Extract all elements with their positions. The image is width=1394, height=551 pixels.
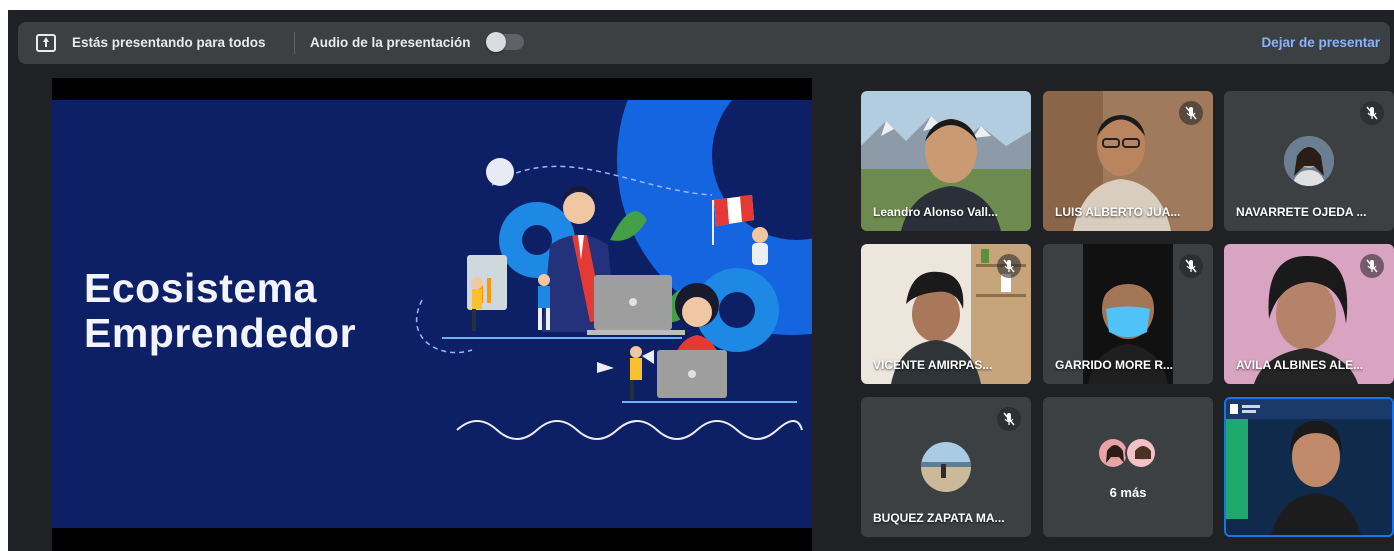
- participant-name: AVILA ALBINES ALE...: [1236, 358, 1364, 372]
- participant-video: [1226, 399, 1392, 535]
- wave-line: [456, 420, 803, 440]
- participant-tile[interactable]: NAVARRETE OJEDA ...: [1224, 91, 1394, 231]
- toggle-knob: [486, 32, 506, 52]
- small-person-leg: [538, 308, 542, 330]
- self-view-tile[interactable]: [1224, 397, 1394, 537]
- presentation-slide: Ecosistema Emprendedor: [52, 100, 812, 528]
- chart-bar: [487, 278, 491, 303]
- mic-off-icon: [1360, 254, 1384, 278]
- participant-name: VICENTE AMIRPAS...: [873, 358, 993, 372]
- mic-off-icon: [1360, 101, 1384, 125]
- woman-head: [682, 297, 712, 327]
- person-head: [752, 227, 768, 243]
- participant-tile[interactable]: GARRIDO MORE R...: [1043, 244, 1213, 384]
- slide-title: Ecosistema Emprendedor: [84, 266, 356, 356]
- bar-divider: [294, 32, 295, 54]
- participant-name: LUIS ALBERTO JUA...: [1055, 205, 1181, 219]
- participant-tile[interactable]: VICENTE AMIRPAS...: [861, 244, 1031, 384]
- participant-avatar: [1284, 136, 1334, 186]
- participant-tile[interactable]: AVILA ALBINES ALE...: [1224, 244, 1394, 384]
- small-person-head: [471, 277, 483, 289]
- mic-off-icon: [997, 407, 1021, 431]
- flag-pole: [712, 200, 714, 245]
- participant-tile[interactable]: Leandro Alonso Vall...: [861, 91, 1031, 231]
- mic-off-icon: [1179, 101, 1203, 125]
- slide-title-line-2: Emprendedor: [84, 310, 357, 356]
- presentation-area: Ecosistema Emprendedor: [52, 78, 812, 551]
- mic-off-icon: [1179, 254, 1203, 278]
- participant-avatar: [921, 442, 971, 492]
- small-person-leg: [472, 309, 476, 331]
- participant-name: NAVARRETE OJEDA ...: [1236, 205, 1367, 219]
- more-participants-label: 6 más: [1109, 485, 1147, 500]
- small-person-body: [630, 358, 642, 380]
- mic-off-icon: [997, 254, 1021, 278]
- small-person-leg: [546, 308, 550, 330]
- slide-title-line-1: Ecosistema: [84, 265, 317, 311]
- gear-right-hole: [719, 292, 755, 328]
- flag-stripe: [740, 195, 754, 222]
- presenting-bar: Estás presentando para todos Audio de la…: [18, 22, 1390, 64]
- participant-name: BUQUEZ ZAPATA MA...: [873, 511, 1005, 525]
- small-person-leg: [630, 380, 634, 400]
- more-participants-tile[interactable]: 6 más: [1043, 397, 1213, 537]
- participant-name: Leandro Alonso Vall...: [873, 205, 998, 219]
- laptop-logo: [688, 370, 696, 378]
- small-person-head: [630, 346, 642, 358]
- dashed-path-left: [415, 299, 473, 354]
- stop-presenting-button[interactable]: Dejar de presentar: [1261, 35, 1380, 50]
- presentation-audio-label: Audio de la presentación: [310, 35, 471, 50]
- flag-stripe: [714, 198, 729, 226]
- gear-left-hole: [522, 225, 552, 255]
- small-person-body: [472, 289, 482, 309]
- paper-plane-icon: [597, 362, 614, 373]
- participant-name: GARRIDO MORE R...: [1055, 358, 1174, 372]
- present-screen-icon: [36, 34, 56, 52]
- person-body: [752, 243, 768, 265]
- laptop-base: [587, 330, 685, 335]
- entrepreneur-illustration: [415, 100, 812, 440]
- participant-tile[interactable]: LUIS ALBERTO JUA...: [1043, 91, 1213, 231]
- participant-avatar: [1125, 437, 1157, 469]
- laptop-logo: [629, 298, 637, 306]
- megaphone-icon: [642, 350, 654, 364]
- small-person-body: [538, 286, 550, 308]
- presenting-status-text: Estás presentando para todos: [72, 35, 266, 50]
- man-head: [563, 192, 595, 224]
- participant-tile[interactable]: BUQUEZ ZAPATA MA...: [861, 397, 1031, 537]
- speech-bubble-icon: [486, 158, 514, 186]
- presentation-audio-toggle[interactable]: [486, 32, 524, 52]
- meet-window: Estás presentando para todos Audio de la…: [8, 10, 1394, 551]
- small-person-head: [538, 274, 550, 286]
